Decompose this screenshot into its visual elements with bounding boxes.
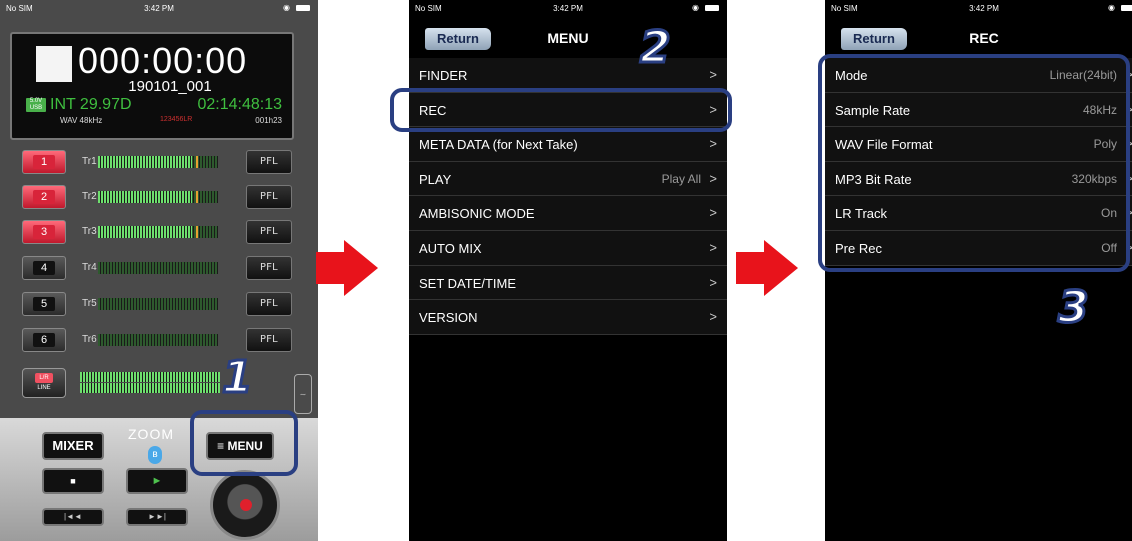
wifi-icon: ◉ xyxy=(283,3,290,12)
arrow-right-icon xyxy=(736,240,800,296)
nav-bar: Return MENU xyxy=(409,22,727,58)
track-arm-button[interactable]: 6 xyxy=(22,328,66,352)
pfl-button[interactable]: PFL xyxy=(246,220,292,244)
menu-item-label: VERSION xyxy=(419,310,478,326)
track-arm-button[interactable]: 2 xyxy=(22,185,66,209)
page-title: REC xyxy=(969,30,999,46)
menu-item-label: PLAY xyxy=(419,171,452,187)
page-title: MENU xyxy=(547,30,589,46)
track-name: Tr3 xyxy=(82,226,97,237)
track-row: 2 Tr2 PFL xyxy=(22,185,292,209)
arrow-right-icon xyxy=(316,240,380,296)
battery-icon xyxy=(1121,5,1132,11)
track-arm-button[interactable]: 5 xyxy=(22,292,66,316)
pfl-button[interactable]: PFL xyxy=(246,185,292,209)
menu-item[interactable]: META DATA (for Next Take) > xyxy=(409,127,727,162)
pfl-button[interactable]: PFL xyxy=(246,150,292,174)
counter: 000:00:00 xyxy=(78,40,248,81)
fast-forward-button[interactable]: ►►| xyxy=(126,508,188,526)
menu-screen: No SIM 3:42 PM ◉ Return MENU FINDER > REC >… xyxy=(409,0,727,541)
menu-item[interactable]: AMBISONIC MODE > xyxy=(409,196,727,231)
chevron-right-icon: > xyxy=(709,274,717,290)
level-meter xyxy=(98,226,218,238)
track-arm-button[interactable]: 1 xyxy=(22,150,66,174)
zoom-logo: ZOOM xyxy=(128,426,174,442)
timecode-value: 02:14:48:13 xyxy=(197,96,282,113)
clock: 3:42 PM xyxy=(553,4,583,13)
callout-box-rec-settings xyxy=(818,54,1130,272)
menu-item-value: Play All xyxy=(661,171,701,186)
chevron-right-icon: > xyxy=(709,136,717,152)
play-button[interactable]: ► xyxy=(126,468,188,494)
level-meter xyxy=(98,334,218,346)
pfl-button[interactable]: PFL xyxy=(246,328,292,352)
track-name: Tr6 xyxy=(82,334,97,345)
track-name: Tr1 xyxy=(82,156,97,167)
callout-number-2: 2 xyxy=(639,21,673,75)
pfl-button[interactable]: PFL xyxy=(246,292,292,316)
stop-state-icon xyxy=(36,46,72,82)
level-meter xyxy=(98,262,218,274)
track-name: Tr2 xyxy=(82,191,97,202)
wifi-icon: ◉ xyxy=(1108,3,1115,12)
format-label: WAV 48kHz xyxy=(60,116,103,125)
timecode-mode: INT 29.97D xyxy=(50,96,132,113)
chevron-right-icon: > xyxy=(709,170,717,186)
stop-button[interactable]: ■ xyxy=(42,468,104,494)
track-row: 5 Tr5 PFL xyxy=(22,292,292,316)
battery-icon xyxy=(296,5,310,11)
wifi-icon: ◉ xyxy=(692,3,699,12)
rewind-button[interactable]: |◄◄ xyxy=(42,508,104,526)
remaining-time: 001h23 xyxy=(255,116,282,125)
battery-icon xyxy=(705,5,719,11)
bluetooth-icon: ʙ xyxy=(148,446,162,464)
callout-number-3: 3 xyxy=(1057,281,1091,335)
chevron-right-icon: > xyxy=(709,239,717,255)
menu-item-label: META DATA (for Next Take) xyxy=(419,137,578,153)
lr-track-button[interactable]: L/R LINE xyxy=(22,368,66,398)
track-row: 1 Tr1 PFL xyxy=(22,150,292,174)
track-name: Tr5 xyxy=(82,298,97,309)
power-badge: 5.0V USB xyxy=(26,98,46,112)
track-row: 6 Tr6 PFL xyxy=(22,328,292,352)
menu-item[interactable]: VERSION > xyxy=(409,300,727,335)
take-name: 190101_001 xyxy=(128,78,212,95)
lr-level-meters xyxy=(80,370,220,394)
menu-item-label: AMBISONIC MODE xyxy=(419,206,535,222)
clock: 3:42 PM xyxy=(144,4,174,13)
track-row: 4 Tr4 PFL xyxy=(22,256,292,280)
pfl-button[interactable]: PFL xyxy=(246,256,292,280)
menu-item[interactable]: AUTO MIX > xyxy=(409,230,727,266)
menu-item-label: FINDER xyxy=(419,68,468,83)
record-icon xyxy=(240,499,252,511)
chevron-right-icon: > xyxy=(709,205,717,221)
track-name: Tr4 xyxy=(82,262,97,273)
menu-item[interactable]: PLAY Play All > xyxy=(409,161,727,197)
callout-number-1: 1 xyxy=(221,351,255,405)
track-row: 3 Tr3 PFL xyxy=(22,220,292,244)
record-button[interactable] xyxy=(210,470,280,540)
track-arm-button[interactable]: 3 xyxy=(22,220,66,244)
panel-handle[interactable]: ∼ xyxy=(294,374,312,414)
chevron-right-icon: > xyxy=(709,309,717,325)
recorder-display: 000:00:00 190101_001 5.0V USB INT 29.97D… xyxy=(10,32,294,140)
level-meter xyxy=(98,156,218,168)
clock: 3:42 PM xyxy=(969,4,999,13)
track-arm-button[interactable]: 4 xyxy=(22,256,66,280)
menu-item-label: AUTO MIX xyxy=(419,240,482,256)
callout-box-rec xyxy=(390,88,732,132)
menu-item-label: SET DATE/TIME xyxy=(419,275,517,291)
mixer-button[interactable]: MIXER xyxy=(42,432,104,460)
menu-item[interactable]: SET DATE/TIME > xyxy=(409,265,727,301)
callout-box-menu xyxy=(190,410,298,476)
level-meter xyxy=(98,298,218,310)
track-indicator: 123456LR xyxy=(160,116,193,123)
status-bar: No SIM 3:42 PM ◉ xyxy=(0,0,318,28)
chevron-right-icon: > xyxy=(709,67,717,82)
level-meter xyxy=(98,191,218,203)
nav-bar: Return REC xyxy=(825,22,1132,58)
